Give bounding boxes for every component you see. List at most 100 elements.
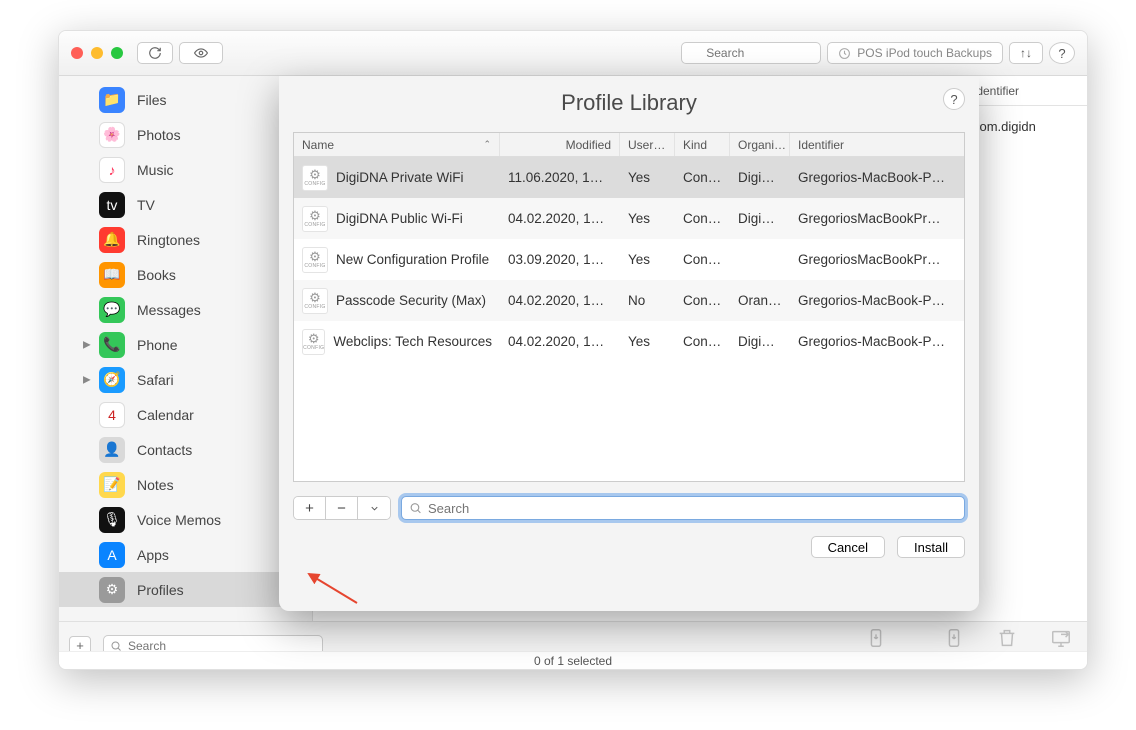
disclosure-icon[interactable]: ▶ <box>83 374 91 385</box>
row-user: No <box>620 293 675 308</box>
sidebar-item-tv[interactable]: tv TV <box>59 187 312 222</box>
action-icon <box>865 627 887 649</box>
sidebar-item-profiles[interactable]: ⚙︎ Profiles <box>59 572 312 607</box>
app-icon: 📝 <box>99 472 125 498</box>
table-row[interactable]: ⚙CONFIG New Configuration Profile 03.09.20… <box>294 239 964 280</box>
sidebar-item-ringtones[interactable]: 🔔Ringtones <box>59 222 312 257</box>
column-kind[interactable]: Kind <box>675 133 730 156</box>
close-window-icon[interactable] <box>71 47 83 59</box>
install-button[interactable]: Install <box>897 536 965 558</box>
row-identifier: GregoriosMacBookPr… <box>790 211 964 226</box>
sidebar-item-label: TV <box>137 197 155 213</box>
row-modified: 03.09.2020, 12:01 <box>500 252 620 267</box>
row-user: Yes <box>620 252 675 267</box>
sheet-help-button[interactable]: ? <box>943 88 965 110</box>
row-name: DigiDNA Private WiFi <box>336 170 464 185</box>
sidebar-item-books[interactable]: 📖 Books <box>59 257 312 292</box>
table-row[interactable]: ⚙CONFIG DigiDNA Public Wi-Fi 04.02.2020, 1… <box>294 198 964 239</box>
sidebar-item-label: Books <box>137 267 176 283</box>
sidebar-item-messages[interactable]: 💬Messages <box>59 292 312 327</box>
cancel-button[interactable]: Cancel <box>811 536 885 558</box>
row-kind: Config… <box>675 170 730 185</box>
reload-button[interactable] <box>137 42 173 64</box>
sidebar-item-apps[interactable]: AApps <box>59 537 312 572</box>
sheet-search[interactable] <box>401 496 965 520</box>
action-icon <box>996 627 1018 649</box>
column-organization[interactable]: Organi… <box>730 133 790 156</box>
history-icon <box>838 47 851 60</box>
table-row[interactable]: ⚙CONFIGPasscode Security (Max)04.02.2020… <box>294 280 964 321</box>
row-org: Orange <box>730 293 790 308</box>
column-identifier-label[interactable]: Identifier <box>973 84 1073 98</box>
row-modified: 04.02.2020, 14:27 <box>500 211 620 226</box>
sidebar-item-label: Safari <box>137 372 174 388</box>
sidebar-item-notes[interactable]: 📝 Notes <box>59 467 312 502</box>
sidebar-item-music[interactable]: ♪Music <box>59 152 312 187</box>
column-name[interactable]: Name⌃ <box>294 133 500 156</box>
sheet-remove-button[interactable]: − <box>326 497 358 519</box>
row-name: DigiDNA Public Wi-Fi <box>336 211 463 226</box>
app-icon: 🔔 <box>99 227 125 253</box>
row-org: DigiD… <box>730 170 790 185</box>
eye-icon <box>192 46 210 60</box>
row-kind: Config… <box>675 334 730 349</box>
sheet-title: Profile Library <box>279 90 979 116</box>
sidebar-item-phone[interactable]: ▶📞Phone <box>59 327 312 362</box>
column-identifier[interactable]: Identifier <box>790 133 964 156</box>
chevron-down-icon <box>369 503 380 514</box>
app-icon: 📖 <box>99 262 125 288</box>
sheet-add-button[interactable]: + <box>294 497 326 519</box>
sidebar-item-label: Calendar <box>137 407 194 423</box>
app-icon: 📁 <box>99 87 125 113</box>
app-icon: 4 <box>99 402 125 428</box>
table-row[interactable]: ⚙CONFIGWebclips: Tech Resources04.02.202… <box>294 321 964 362</box>
app-icon: ⚙︎ <box>99 577 125 603</box>
app-icon: tv <box>99 192 125 218</box>
updown-icon: ↑↓ <box>1020 46 1032 60</box>
config-icon: ⚙CONFIG <box>302 247 328 273</box>
sidebar-item-label: Messages <box>137 302 201 318</box>
minimize-window-icon[interactable] <box>91 47 103 59</box>
zoom-window-icon[interactable] <box>111 47 123 59</box>
help-button[interactable]: ? <box>1049 42 1075 64</box>
sort-indicator-icon: ⌃ <box>483 139 491 150</box>
sidebar-item-label: Profiles <box>137 582 184 598</box>
sidebar-item-label: Notes <box>137 477 174 493</box>
sidebar-item-files[interactable]: 📁Files <box>59 82 312 117</box>
row-identifier: Gregorios-MacBook-P… <box>790 293 964 308</box>
preview-button[interactable] <box>179 42 223 64</box>
recent-backups-button[interactable]: POS iPod touch Backups <box>827 42 1003 64</box>
sidebar-item-label: Voice Memos <box>137 512 221 528</box>
sheet-search-input[interactable] <box>401 496 965 520</box>
disclosure-icon[interactable]: ▶ <box>83 339 91 350</box>
reload-icon <box>148 46 162 60</box>
table-row[interactable]: ⚙CONFIGDigiDNA Private WiFi11.06.2020, 1… <box>294 157 964 198</box>
row-modified: 04.02.2020, 14:29 <box>500 334 620 349</box>
row-user: Yes <box>620 211 675 226</box>
toolbar-search[interactable] <box>681 42 821 64</box>
row-identifier: Gregorios-MacBook-P… <box>790 170 964 185</box>
sheet-dropdown-button[interactable] <box>358 497 390 519</box>
row-name: New Configuration Profile <box>336 252 489 267</box>
sidebar-item-photos[interactable]: 🌸Photos <box>59 117 312 152</box>
sidebar-item-contacts[interactable]: 👤Contacts <box>59 432 312 467</box>
sidebar-item-label: Music <box>137 162 174 178</box>
main-window: POS iPod touch Backups ↑↓ ? 📁Files🌸Photo… <box>58 30 1088 670</box>
action-icon <box>1050 627 1072 649</box>
sidebar-item-voice-memos[interactable]: 🎙Voice Memos <box>59 502 312 537</box>
row-kind: Config… <box>675 252 730 267</box>
toolbar-search-input[interactable] <box>681 42 821 64</box>
column-user[interactable]: User… <box>620 133 675 156</box>
action-icon <box>943 627 965 649</box>
app-icon: 📞 <box>99 332 125 358</box>
column-modified[interactable]: Modified <box>500 133 620 156</box>
config-icon: ⚙CONFIG <box>302 206 328 232</box>
config-icon: ⚙CONFIG <box>302 329 325 355</box>
row-modified: 04.02.2020, 14:27 <box>500 293 620 308</box>
add-remove-segment: + − <box>293 496 391 520</box>
annotation-arrow-icon <box>297 568 367 608</box>
sort-button[interactable]: ↑↓ <box>1009 42 1043 64</box>
sidebar-item-calendar[interactable]: 4 Calendar <box>59 397 312 432</box>
sidebar-item-safari[interactable]: ▶🧭Safari <box>59 362 312 397</box>
row-kind: Config… <box>675 293 730 308</box>
